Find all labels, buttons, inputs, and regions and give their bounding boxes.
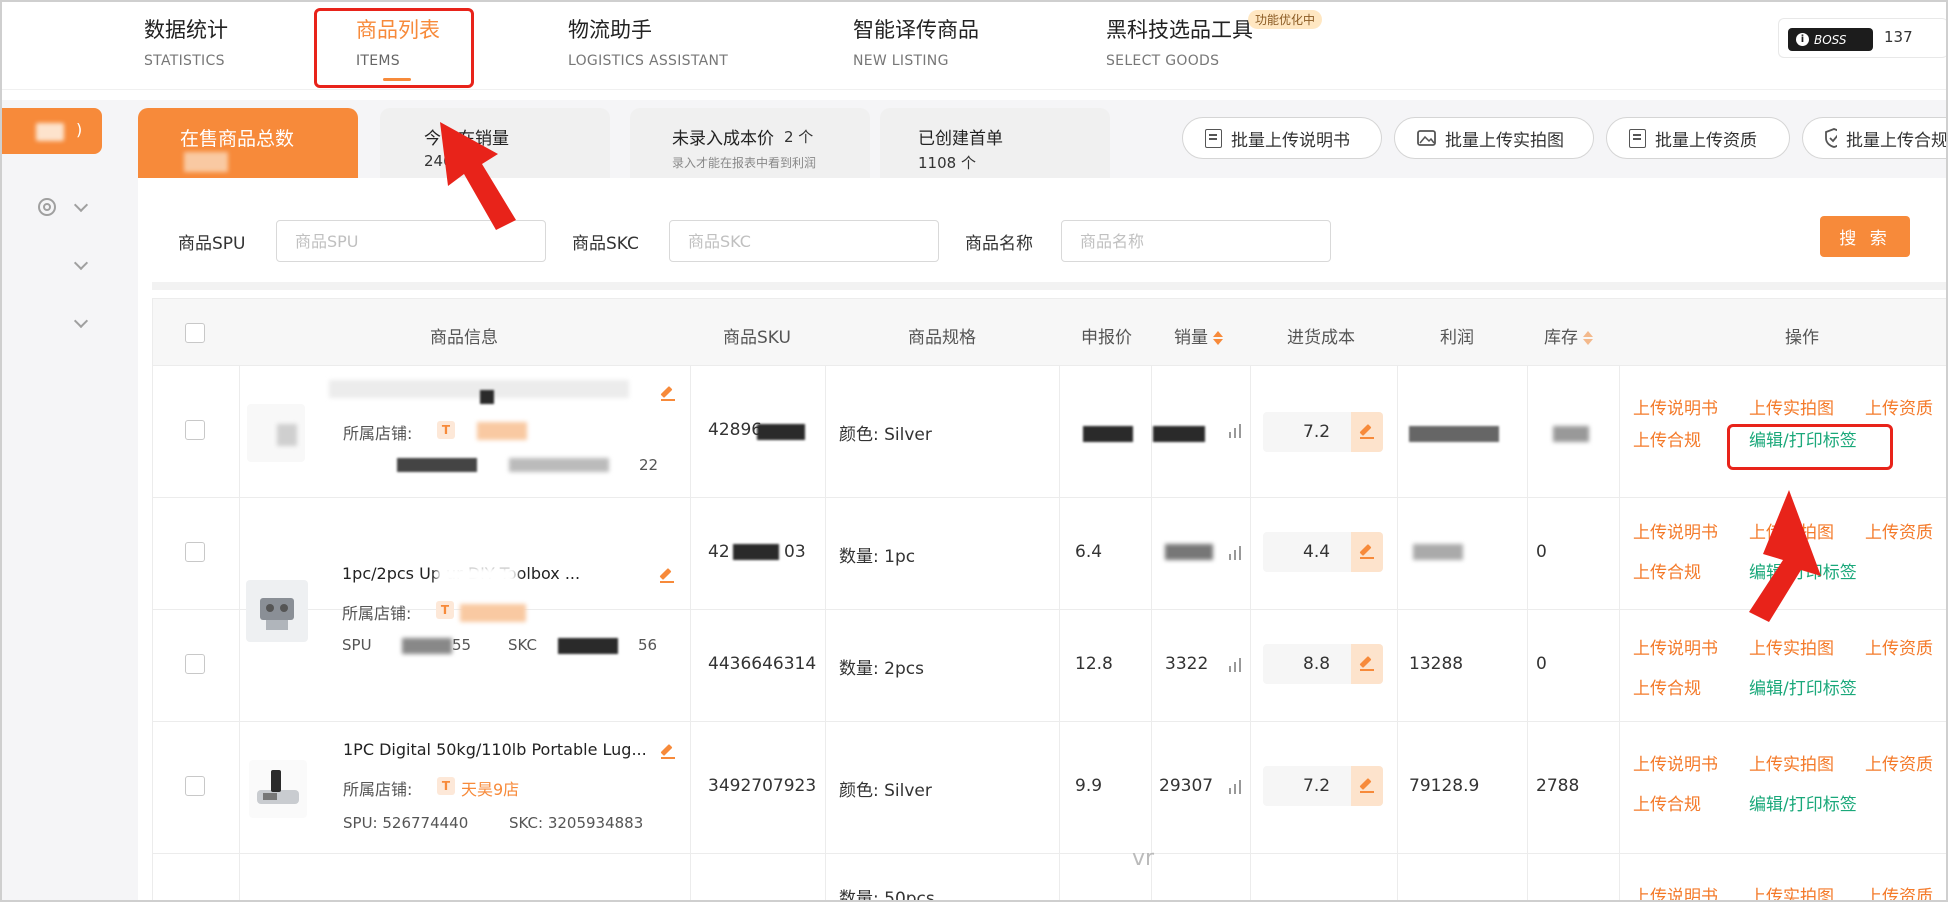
window-frame <box>0 0 1948 902</box>
